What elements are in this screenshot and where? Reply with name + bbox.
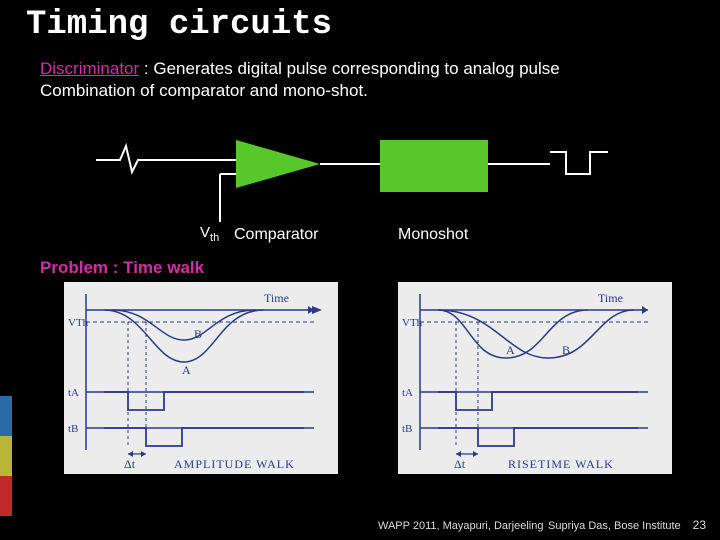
svg-text:tB: tB bbox=[402, 423, 412, 435]
discriminator-text: : Generates digital pulse corresponding … bbox=[139, 59, 560, 78]
slide-title: Timing circuits bbox=[0, 0, 720, 52]
svg-text:Time: Time bbox=[598, 291, 623, 305]
footer-venue: WAPP 2011, Mayapuri, Darjeeling bbox=[378, 520, 544, 532]
svg-text:VTh: VTh bbox=[402, 317, 423, 329]
monoshot-label: Monoshot bbox=[398, 226, 468, 244]
svg-text:RISETIME WALK: RISETIME WALK bbox=[508, 457, 614, 471]
vth-label: Vth bbox=[200, 224, 219, 244]
comparator-label: Comparator bbox=[234, 226, 318, 244]
svg-text:tB: tB bbox=[68, 423, 78, 435]
page-number: 23 bbox=[693, 518, 706, 532]
svg-text:B: B bbox=[194, 327, 202, 341]
svg-text:Time: Time bbox=[264, 291, 289, 305]
amplitude-walk-figure: VTh Time A B tA tB Δt AMPLITUDE WALK bbox=[64, 282, 338, 474]
svg-text:tA: tA bbox=[402, 387, 413, 399]
body-line2: Combination of comparator and mono-shot. bbox=[40, 81, 368, 100]
svg-text:A: A bbox=[182, 363, 191, 377]
svg-text:B: B bbox=[562, 343, 570, 357]
svg-text:AMPLITUDE WALK: AMPLITUDE WALK bbox=[174, 457, 295, 471]
svg-text:Δt: Δt bbox=[454, 457, 466, 471]
risetime-walk-figure: VTh Time A B tA tB Δt RISETIME WALK bbox=[398, 282, 672, 474]
walk-diagrams: VTh Time A B tA tB Δt AMPLITUDE WALK VTh bbox=[0, 282, 720, 482]
problem-label: Problem : Time walk bbox=[0, 258, 720, 278]
color-accent-bar bbox=[0, 396, 12, 516]
discriminator-label: Discriminator bbox=[40, 59, 139, 78]
block-diagram-svg bbox=[0, 112, 720, 252]
svg-text:VTh: VTh bbox=[68, 317, 89, 329]
svg-text:A: A bbox=[506, 343, 515, 357]
block-diagram: Vth Comparator Monoshot bbox=[0, 112, 720, 252]
body-text: Discriminator : Generates digital pulse … bbox=[0, 52, 720, 102]
footer-author: Supriya Das, Bose Institute bbox=[548, 520, 681, 532]
svg-text:Δt: Δt bbox=[124, 457, 136, 471]
svg-text:tA: tA bbox=[68, 387, 79, 399]
